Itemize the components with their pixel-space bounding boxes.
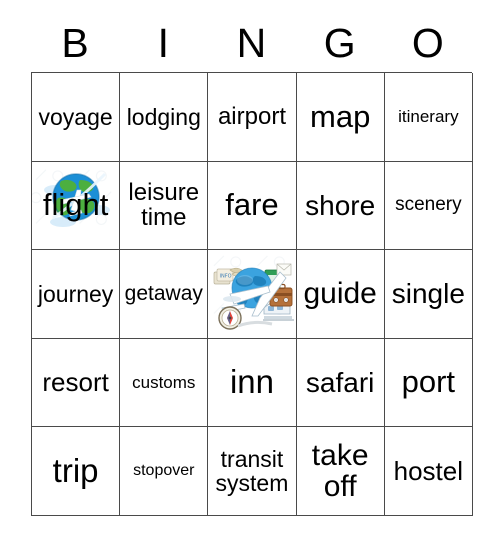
bingo-cell-label: journey [37, 280, 114, 307]
bingo-cell-label: leisure time [128, 179, 200, 232]
bingo-cell[interactable]: airport [208, 73, 297, 162]
bingo-cell-label: safari [305, 366, 375, 398]
bingo-cell-label: getaway [124, 281, 203, 305]
bingo-cell[interactable]: fare [208, 161, 297, 251]
bingo-cell[interactable]: inn [208, 338, 297, 428]
bingo-header-letter-o: O [411, 19, 444, 66]
bingo-cell-label: fare [225, 187, 279, 223]
bingo-cell[interactable]: scenery [384, 161, 473, 251]
bingo-cell-label: itinerary [398, 106, 459, 126]
bingo-cell[interactable]: journey [32, 250, 121, 339]
bingo-header-letter-i: I [157, 19, 169, 66]
bingo-cell[interactable]: customs [120, 338, 209, 428]
bingo-cell-label: guide [303, 277, 377, 311]
bingo-cell-label: stopover [133, 461, 195, 479]
bingo-cell[interactable]: itinerary [384, 73, 473, 162]
watermark-pattern [213, 255, 286, 316]
bingo-cell-free-space[interactable]: INFO [208, 250, 297, 339]
bingo-cell-label: trip [52, 451, 99, 489]
bingo-cell[interactable]: stopover [120, 427, 209, 516]
bingo-cell[interactable]: shore [296, 161, 385, 251]
bingo-cell-label: hostel [393, 455, 464, 486]
bingo-header-row: B I N G O [31, 16, 472, 72]
bingo-cell-label: voyage [38, 103, 113, 130]
bingo-grid: voyage lodging airport map itinerary fli… [31, 72, 473, 516]
bingo-cell-label: inn [229, 363, 274, 401]
bingo-cell[interactable]: safari [296, 338, 385, 428]
bingo-cell[interactable]: hostel [384, 427, 473, 516]
bingo-cell[interactable]: trip [32, 427, 121, 516]
bingo-cell-label: customs [132, 372, 196, 392]
bingo-cell[interactable]: getaway [120, 250, 209, 339]
bingo-cell-label: resort [42, 366, 109, 397]
bingo-card: B I N G O voyage lodging airport map iti… [31, 16, 473, 516]
bingo-cell-label: shore [305, 189, 376, 221]
bingo-cell[interactable]: leisure time [120, 161, 209, 251]
bingo-header-letter-b: B [61, 19, 89, 66]
bingo-cell[interactable]: transit system [208, 427, 297, 516]
bingo-cell-label: map [310, 98, 371, 134]
bingo-cell[interactable]: lodging [120, 73, 209, 162]
bingo-cell[interactable]: voyage [32, 73, 121, 162]
bingo-cell[interactable]: single [384, 250, 473, 339]
bingo-cell[interactable]: port [384, 338, 473, 428]
bingo-cell[interactable]: resort [32, 338, 121, 428]
bingo-header-letter-n: N [236, 19, 267, 66]
bingo-cell-label: airport [217, 103, 286, 131]
bingo-cell[interactable]: map [296, 73, 385, 162]
bingo-cell[interactable]: flight [32, 161, 121, 251]
bingo-header-letter-g: G [323, 19, 356, 66]
bingo-cell-label: port [401, 364, 456, 400]
bingo-cell-label: scenery [395, 194, 462, 216]
bingo-cell-label: single [391, 278, 465, 310]
bingo-cell-label: lodging [126, 103, 201, 130]
bingo-cell[interactable]: guide [296, 250, 385, 339]
bingo-cell-label: flight [42, 187, 109, 223]
bingo-cell-label: transit system [215, 446, 289, 497]
bingo-cell[interactable]: take off [296, 427, 385, 516]
bingo-cell-label: take off [311, 438, 369, 504]
